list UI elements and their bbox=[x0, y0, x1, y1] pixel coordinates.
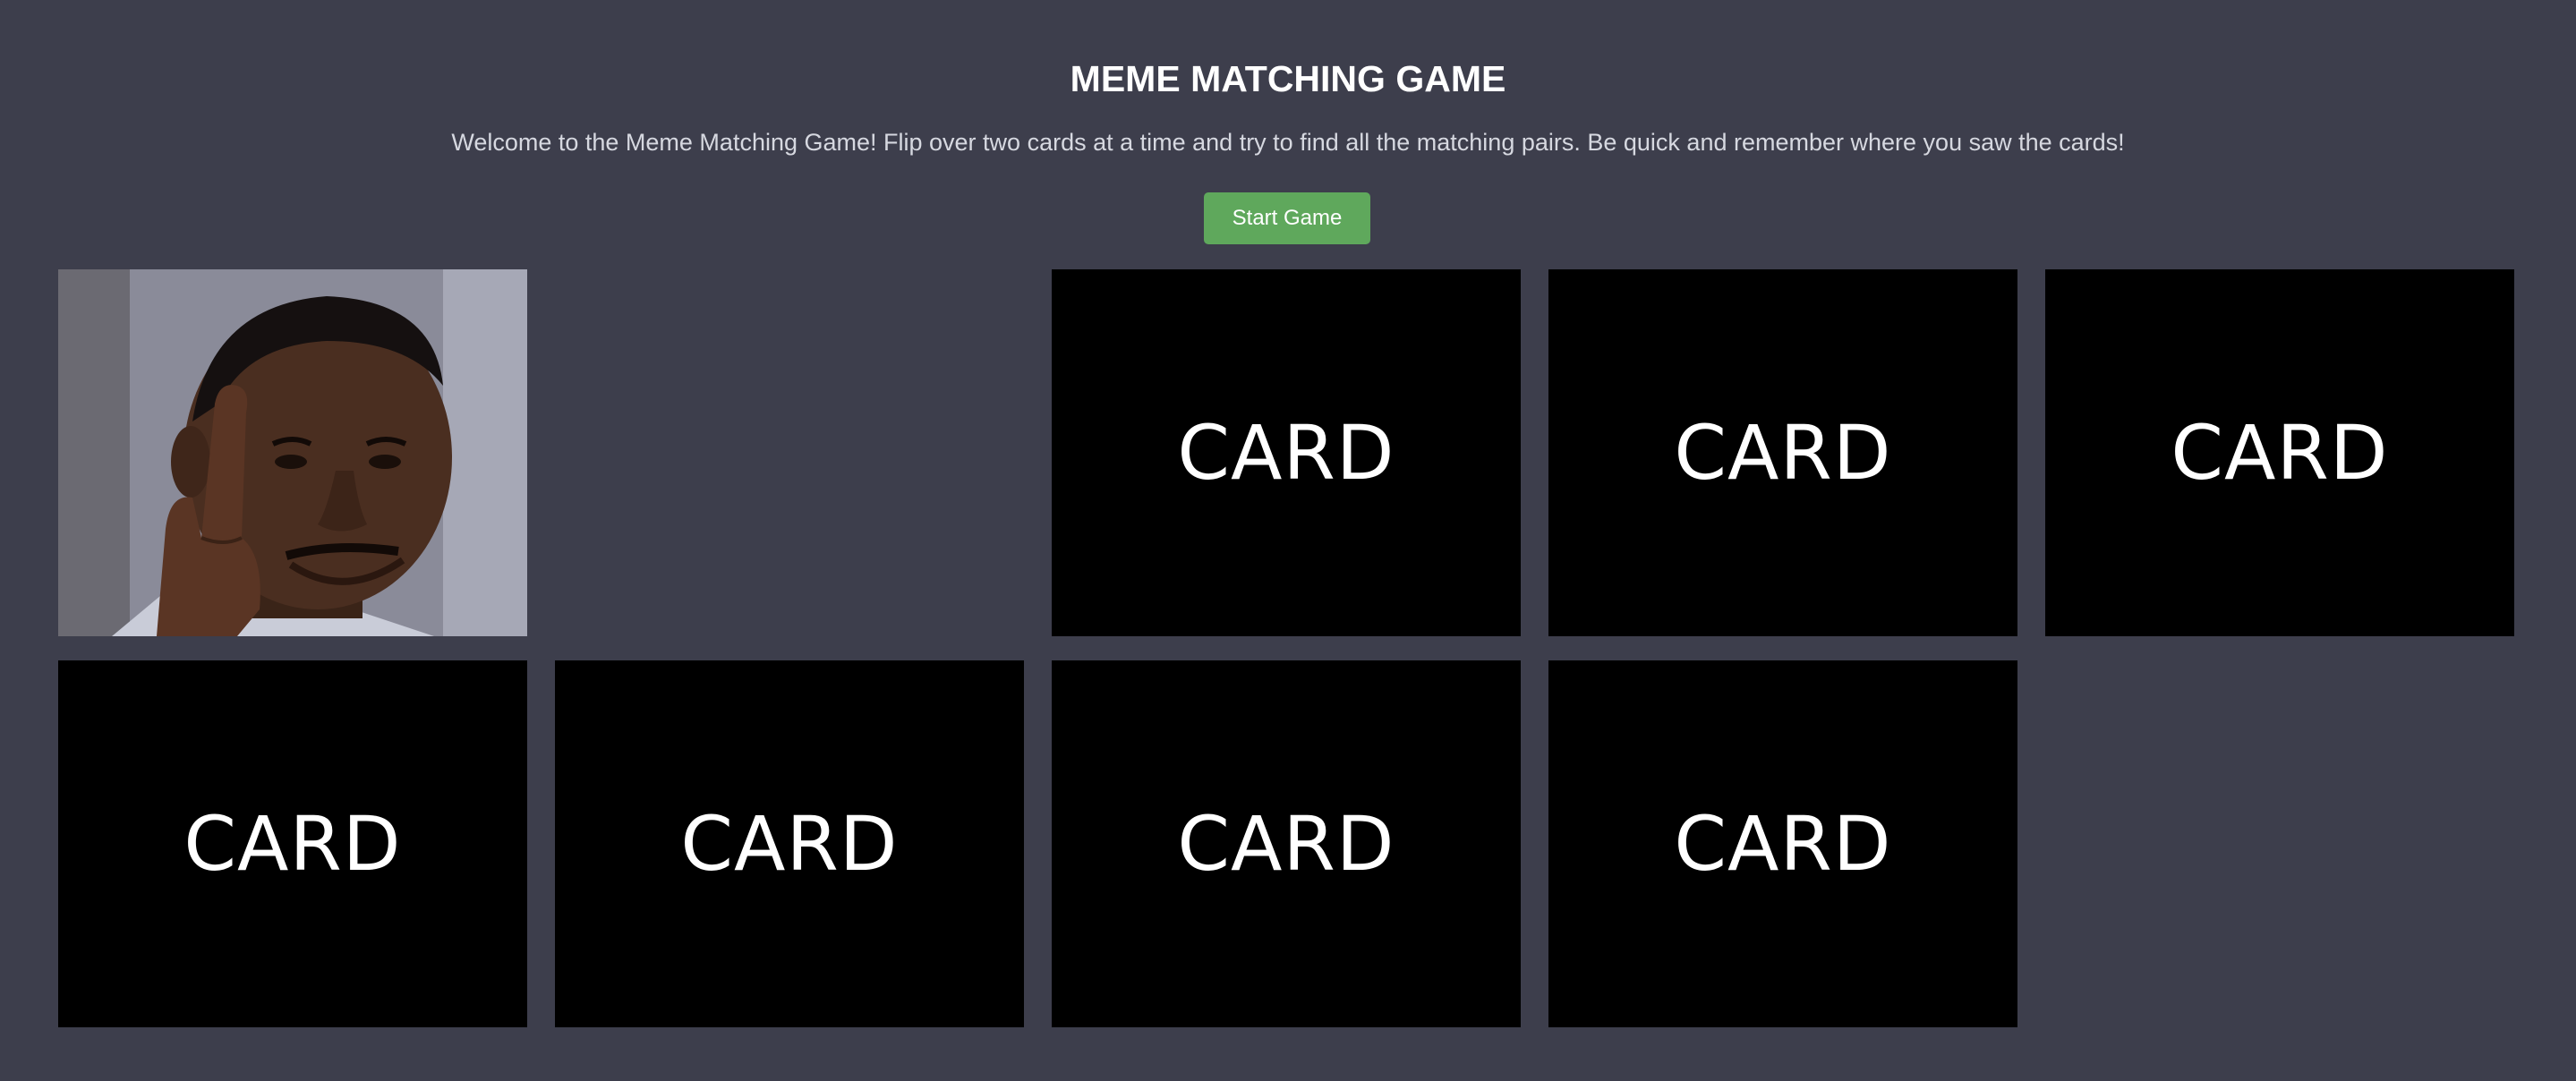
card-hidden[interactable]: CARD bbox=[1052, 269, 1521, 636]
card-grid: CARD CARD CARD CARD CARD CARD CARD bbox=[58, 269, 2514, 1027]
card-hidden[interactable]: CARD bbox=[1548, 269, 2017, 636]
page-title: MEME MATCHING GAME bbox=[1070, 58, 1506, 99]
welcome-text: Welcome to the Meme Matching Game! Flip … bbox=[451, 129, 2125, 156]
game-page: MEME MATCHING GAME Welcome to the Meme M… bbox=[0, 0, 2576, 1081]
card-flipped-meme[interactable] bbox=[58, 269, 527, 636]
start-game-button[interactable]: Start Game bbox=[1204, 192, 1370, 244]
card-hidden[interactable]: CARD bbox=[1052, 660, 1521, 1027]
card-hidden[interactable]: CARD bbox=[58, 660, 527, 1027]
card-hidden[interactable]: CARD bbox=[2045, 269, 2514, 636]
card-hidden[interactable]: CARD bbox=[555, 660, 1024, 1027]
card-hidden[interactable]: CARD bbox=[1548, 660, 2017, 1027]
roll-safe-meme-image bbox=[58, 269, 527, 636]
card-matched-empty bbox=[555, 269, 1024, 636]
